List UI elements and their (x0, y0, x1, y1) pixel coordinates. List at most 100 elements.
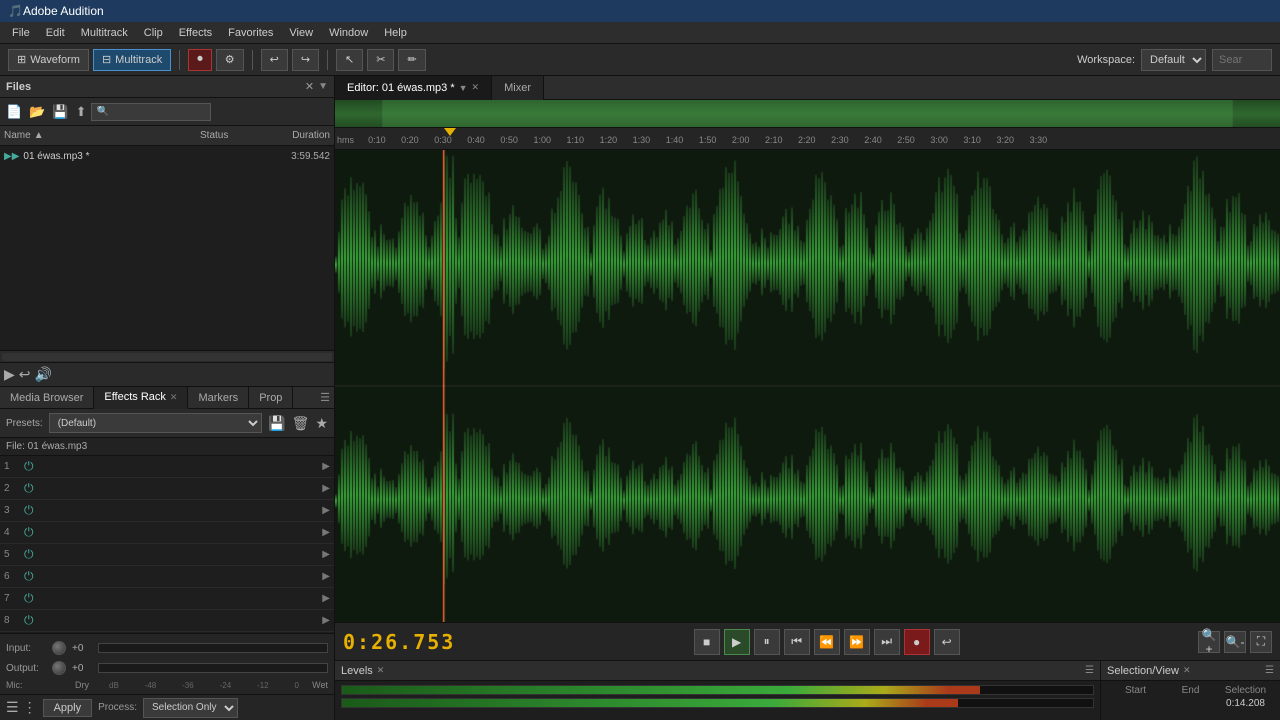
open-file-button[interactable]: 📂 (27, 102, 47, 122)
files-panel-title: Files (6, 81, 31, 93)
effect-arrow-7[interactable]: ▶ (322, 593, 330, 604)
levels-close[interactable]: ✕ (377, 665, 385, 676)
editor-tab-main[interactable]: Editor: 01 éwas.mp3 * ▼ ✕ (335, 76, 492, 100)
zoom-out-button[interactable]: 🔍- (1224, 631, 1246, 653)
svg-text:+0 dB: +0 dB (968, 208, 992, 218)
tab-markers[interactable]: Markers (188, 387, 249, 409)
effect-arrow-6[interactable]: ▶ (322, 571, 330, 582)
menu-view[interactable]: View (281, 25, 321, 41)
star-preset-button[interactable]: ★ (315, 415, 328, 432)
editor-tabs: Editor: 01 éwas.mp3 * ▼ ✕ Mixer (335, 76, 1280, 100)
effect-arrow-4[interactable]: ▶ (322, 527, 330, 538)
menu-favorites[interactable]: Favorites (220, 25, 281, 41)
stop-button[interactable]: ■ (694, 629, 720, 655)
effect-power-1[interactable]: ⏻ (24, 459, 34, 474)
levels-options[interactable]: ☰ (1085, 665, 1094, 676)
effect-arrow-8[interactable]: ▶ (322, 615, 330, 626)
mini-overview[interactable] (335, 100, 1280, 128)
record-button-toolbar[interactable]: ⏺ (188, 49, 212, 71)
effect-num-1: 1 (4, 461, 24, 472)
ruler-1-10: 1:10 (567, 135, 585, 145)
effect-power-6[interactable]: ⏻ (24, 569, 34, 584)
tab-effects-rack[interactable]: Effects Rack ✕ (94, 387, 188, 409)
pointer-tool[interactable]: ↖ (336, 49, 363, 71)
zoom-in-button[interactable]: 🔍+ (1198, 631, 1220, 653)
record-button[interactable]: ● (904, 629, 930, 655)
menu-clip[interactable]: Clip (136, 25, 171, 41)
files-panel-arrow[interactable]: ▼ (318, 81, 328, 92)
files-panel-close[interactable]: ✕ (305, 80, 314, 93)
tab-prop[interactable]: Prop (249, 387, 293, 409)
go-end-button[interactable]: ⏭ (874, 629, 900, 655)
presets-select[interactable]: (Default) (49, 413, 263, 433)
menu-effects[interactable]: Effects (171, 25, 220, 41)
apply-button[interactable]: Apply (43, 699, 93, 717)
menu-edit[interactable]: Edit (38, 25, 73, 41)
output-knob[interactable] (52, 661, 66, 675)
play-button[interactable]: ▶ (724, 629, 750, 655)
save-preset-button[interactable]: 💾 (268, 415, 285, 432)
effect-arrow-1[interactable]: ▶ (322, 461, 330, 472)
search-input[interactable] (1212, 49, 1272, 71)
autoplay-button[interactable]: 🔊 (35, 366, 52, 383)
tab-media-browser[interactable]: Media Browser (0, 387, 94, 409)
effect-power-3[interactable]: ⏻ (24, 503, 34, 518)
effects-rack-close[interactable]: ✕ (170, 392, 178, 403)
sv-start-label: Start (1109, 685, 1162, 696)
main-content: Files ✕ ▼ 📄 📂 💾 ⬆ Name ▲ Status Duration (0, 76, 1280, 720)
db-labels: dB -48 -36 -24 -12 0 (109, 681, 299, 690)
meter-labels-row: Mic: Dry dB -48 -36 -24 -12 0 Wet (6, 680, 328, 690)
sv-close[interactable]: ✕ (1183, 665, 1191, 676)
effect-power-8[interactable]: ⏻ (24, 613, 34, 628)
new-file-button[interactable]: 📄 (4, 102, 24, 122)
effect-power-2[interactable]: ⏻ (24, 481, 34, 496)
loop-preview-button[interactable]: ↩ (19, 366, 31, 383)
horizontal-scrollbar[interactable] (0, 350, 334, 362)
save-file-button[interactable]: 💾 (50, 102, 70, 122)
effect-power-4[interactable]: ⏻ (24, 525, 34, 540)
effect-power-5[interactable]: ⏻ (24, 547, 34, 562)
menu-file[interactable]: File (4, 25, 38, 41)
zoom-full-button[interactable]: ⛶ (1250, 631, 1272, 653)
workspace-select[interactable]: Default (1141, 49, 1206, 71)
fast-forward-button[interactable]: ⏩ (844, 629, 870, 655)
effect-power-7[interactable]: ⏻ (24, 591, 34, 606)
panel-options-button[interactable]: ☰ (320, 391, 330, 404)
effect-arrow-5[interactable]: ▶ (322, 549, 330, 560)
levels-title: Levels (341, 665, 373, 677)
menu-multitrack[interactable]: Multitrack (73, 25, 136, 41)
rewind-button[interactable]: ⏪ (814, 629, 840, 655)
file-item[interactable]: ▶▶ 01 éwas.mp3 * 3:59.542 (0, 146, 334, 166)
input-knob[interactable] (52, 641, 66, 655)
cut-tool[interactable]: ✂ (367, 49, 394, 71)
panel-grid-button[interactable]: ⋮ (23, 699, 37, 716)
go-start-button[interactable]: ⏮ (784, 629, 810, 655)
play-preview-button[interactable]: ▶ (4, 366, 15, 383)
files-search-input[interactable] (91, 103, 211, 121)
editor-tab-arrow[interactable]: ▼ (459, 83, 468, 93)
effect-arrow-2[interactable]: ▶ (322, 483, 330, 494)
editor-tab-close[interactable]: ✕ (472, 82, 480, 93)
multitrack-mode-button[interactable]: ⊟ Multitrack (93, 49, 171, 71)
menu-help[interactable]: Help (376, 25, 415, 41)
output-value: +0 (72, 663, 92, 674)
process-select[interactable]: Selection Only (143, 698, 238, 718)
pause-button[interactable]: ⏸ (754, 629, 780, 655)
pencil-tool[interactable]: ✏ (398, 49, 425, 71)
effect-arrow-3[interactable]: ▶ (322, 505, 330, 516)
undo-button[interactable]: ↩ (261, 49, 288, 71)
delete-preset-button[interactable]: 🗑 (292, 415, 310, 432)
waveform-mode-button[interactable]: ⊞ Waveform (8, 49, 89, 71)
menu-window[interactable]: Window (321, 25, 376, 41)
redo-button[interactable]: ↪ (292, 49, 319, 71)
panel-menu-button[interactable]: ☰ (6, 699, 19, 716)
col-name-header[interactable]: Name ▲ (4, 130, 200, 141)
sv-options[interactable]: ☰ (1265, 665, 1274, 676)
loop-button[interactable]: ↩ (934, 629, 960, 655)
level-bar-left (341, 685, 1094, 695)
import-button[interactable]: ⬆ (74, 102, 89, 122)
mixer-tab[interactable]: Mixer (492, 76, 544, 100)
settings-button[interactable]: ⚙ (216, 49, 244, 71)
input-meter (98, 643, 328, 653)
waveform-display[interactable]: ▓ ⏱ +0 dB ✕ (335, 150, 1280, 622)
